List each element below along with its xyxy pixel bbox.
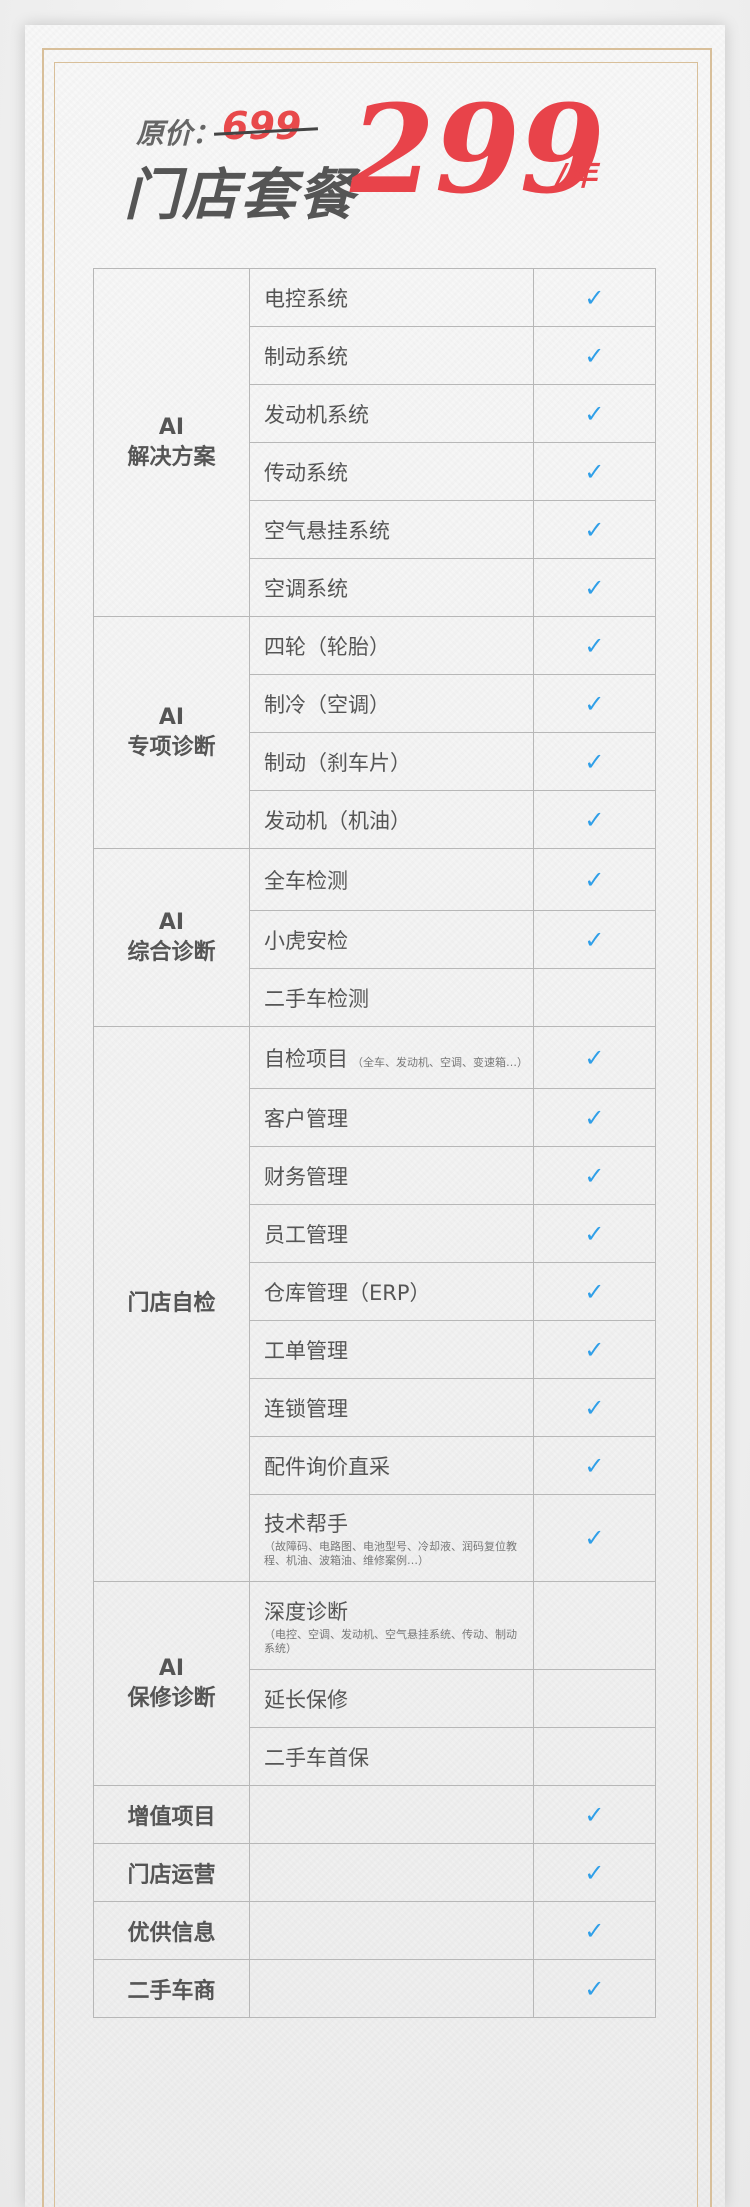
check-icon: ✓ — [532, 790, 657, 849]
feature-label: 自检项目 （全车、发动机、空调、变速箱…） — [249, 1026, 534, 1089]
table-row: 门店自检 自检项目 （全车、发动机、空调、变速箱…） ✓ — [92, 1026, 657, 1582]
check-icon: ✓ — [532, 910, 657, 969]
check-icon: ✓ — [532, 500, 657, 559]
check-icon: ✓ — [532, 442, 657, 501]
feature-label: 延长保修 — [249, 1669, 534, 1728]
package-title: 门店套餐 — [124, 163, 356, 228]
empty-feature-cell — [249, 1843, 534, 1902]
feature-label: 发动机（机油） — [249, 790, 534, 849]
check-icon: ✓ — [532, 1320, 657, 1379]
feature-label-text: 自检项目 — [264, 1046, 349, 1071]
check-icon: ✓ — [532, 326, 657, 385]
category-label: 保修诊断 — [127, 1685, 216, 1711]
original-price-label: 原价： — [136, 117, 221, 150]
category-cell: AI 综合诊断 — [92, 848, 251, 1027]
check-icon: ✓ — [532, 384, 657, 443]
feature-label: 二手车首保 — [249, 1727, 534, 1786]
feature-label: 电控系统 — [249, 268, 534, 327]
check-icon: ✓ — [532, 1494, 657, 1582]
category-cell: 门店自检 — [92, 1026, 251, 1582]
category-label: AI — [158, 704, 185, 730]
price-unit: /年 — [556, 158, 597, 193]
check-icon: ✓ — [532, 1262, 657, 1321]
check-icon: ✓ — [532, 1204, 657, 1263]
table-row: 优供信息 ✓ — [92, 1901, 657, 1960]
feature-label: 深度诊断 （电控、空调、发动机、空气悬挂系统、传动、制动系统） — [249, 1581, 534, 1670]
feature-label: 制冷（空调） — [249, 674, 534, 733]
feature-note: （全车、发动机、空调、变速箱…） — [352, 1055, 529, 1069]
category-label: 综合诊断 — [127, 939, 216, 965]
feature-label: 技术帮手 （故障码、电路图、电池型号、冷却液、润码复位教程、机油、波箱油、维修案例… — [249, 1494, 534, 1582]
check-icon: ✓ — [532, 1436, 657, 1495]
category-label: 解决方案 — [127, 444, 216, 470]
extra-item-label: 优供信息 — [92, 1901, 251, 1960]
feature-label: 空气悬挂系统 — [249, 500, 534, 559]
feature-label: 制动（刹车片） — [249, 732, 534, 791]
empty-check-cell — [532, 1669, 657, 1728]
feature-label: 传动系统 — [249, 442, 534, 501]
check-icon: ✓ — [532, 1843, 657, 1902]
feature-label-text: 深度诊断 — [264, 1599, 349, 1624]
check-icon: ✓ — [532, 1901, 657, 1960]
check-icon: ✓ — [532, 732, 657, 791]
category-label: AI — [158, 909, 185, 935]
feature-label: 全车检测 — [249, 848, 534, 911]
empty-check-cell — [532, 968, 657, 1027]
feature-label: 工单管理 — [249, 1320, 534, 1379]
check-icon: ✓ — [532, 1026, 657, 1089]
feature-label: 财务管理 — [249, 1146, 534, 1205]
check-icon: ✓ — [532, 268, 657, 327]
category-label: AI — [158, 414, 185, 440]
feature-label: 客户管理 — [249, 1088, 534, 1147]
page: 原价： 699 门店套餐 299 /年 AI 解决方案 电控系统 ✓ 制动系统 … — [0, 0, 750, 2207]
original-price: 699 — [222, 104, 302, 148]
feature-label: 二手车检测 — [249, 968, 534, 1027]
feature-label: 配件询价直采 — [249, 1436, 534, 1495]
check-icon: ✓ — [532, 1959, 657, 2018]
feature-label: 制动系统 — [249, 326, 534, 385]
feature-label: 仓库管理（ERP） — [249, 1262, 534, 1321]
category-label: 专项诊断 — [127, 734, 216, 760]
feature-label: 发动机系统 — [249, 384, 534, 443]
table-row: AI 解决方案 电控系统 ✓ — [92, 268, 657, 617]
feature-label: 连锁管理 — [249, 1378, 534, 1437]
check-icon: ✓ — [532, 674, 657, 733]
feature-label: 四轮（轮胎） — [249, 616, 534, 675]
feature-note: （电控、空调、发动机、空气悬挂系统、传动、制动系统） — [264, 1627, 518, 1655]
table-row: 二手车商 ✓ — [92, 1959, 657, 2018]
category-cell: AI 专项诊断 — [92, 616, 251, 849]
empty-feature-cell — [249, 1785, 534, 1844]
feature-label: 员工管理 — [249, 1204, 534, 1263]
check-icon: ✓ — [532, 848, 657, 911]
category-label: AI — [158, 1655, 185, 1681]
empty-feature-cell — [249, 1959, 534, 2018]
empty-check-cell — [532, 1581, 657, 1670]
check-icon: ✓ — [532, 1785, 657, 1844]
feature-note: （故障码、电路图、电池型号、冷却液、润码复位教程、机油、波箱油、维修案例…） — [264, 1540, 518, 1567]
empty-check-cell — [532, 1727, 657, 1786]
table-row: AI 综合诊断 全车检测 ✓ — [92, 848, 657, 1027]
empty-feature-cell — [249, 1901, 534, 1960]
category-label: 门店自检 — [127, 1291, 216, 1316]
table-row: AI 保修诊断 深度诊断 （电控、空调、发动机、空气悬挂系统、传动、制动系统） — [92, 1581, 657, 1786]
feature-label-text: 技术帮手 — [264, 1512, 349, 1536]
category-cell: AI 保修诊断 — [92, 1581, 251, 1786]
extra-item-label: 门店运营 — [92, 1843, 251, 1902]
table-row: AI 专项诊断 四轮（轮胎） ✓ — [92, 616, 657, 849]
check-icon: ✓ — [532, 558, 657, 617]
category-cell: AI 解决方案 — [92, 268, 251, 617]
feature-label: 小虎安检 — [249, 910, 534, 969]
extra-item-label: 二手车商 — [92, 1959, 251, 2018]
check-icon: ✓ — [532, 1088, 657, 1147]
check-icon: ✓ — [532, 1146, 657, 1205]
table-row: 增值项目 ✓ — [92, 1785, 657, 1844]
extra-item-label: 增值项目 — [92, 1785, 251, 1844]
table-row: 门店运营 ✓ — [92, 1843, 657, 1902]
feature-label: 空调系统 — [249, 558, 534, 617]
check-icon: ✓ — [532, 616, 657, 675]
feature-table: AI 解决方案 电控系统 ✓ 制动系统 ✓ 发动机系统 ✓ 传动系统 ✓ 空气悬… — [92, 268, 657, 2018]
check-icon: ✓ — [532, 1378, 657, 1437]
feature-table-body: AI 解决方案 电控系统 ✓ 制动系统 ✓ 发动机系统 ✓ 传动系统 ✓ 空气悬… — [92, 268, 657, 2018]
